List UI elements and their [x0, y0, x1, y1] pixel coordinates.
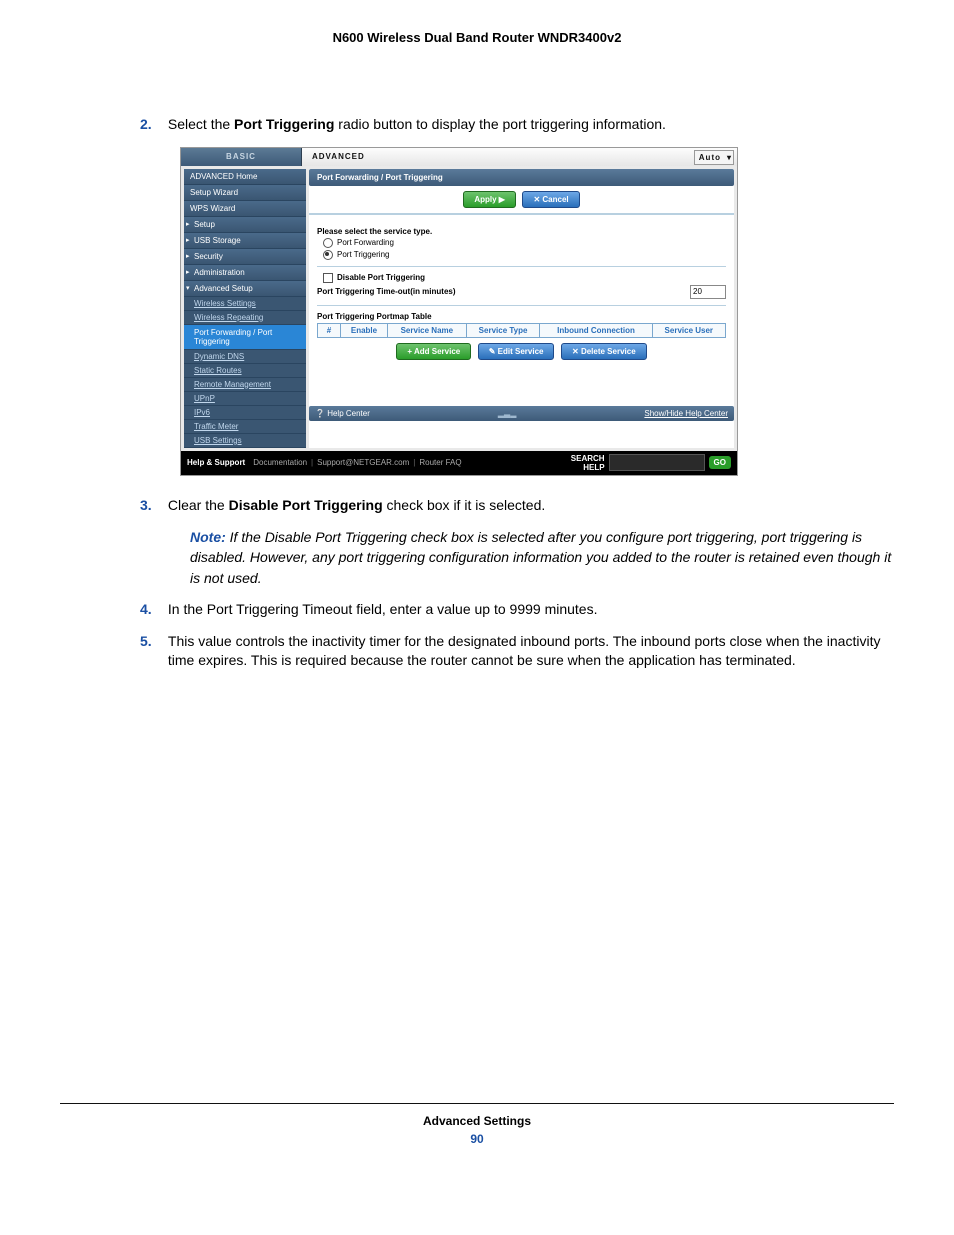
step-2-post: radio button to display the port trigger… — [334, 116, 666, 132]
sidebar-advanced-setup[interactable]: Advanced Setup — [184, 281, 306, 297]
sidebar-setup-wizard[interactable]: Setup Wizard — [184, 185, 306, 201]
sidebar-item-ipv6[interactable]: IPv6 — [184, 406, 306, 420]
edit-service-button[interactable]: Edit Service — [478, 343, 555, 360]
note-label: Note: — [190, 529, 226, 545]
footer-title: Advanced Settings — [0, 1114, 954, 1128]
radio-port-forwarding[interactable]: Port Forwarding — [323, 238, 726, 248]
sidebar-item-static-routes[interactable]: Static Routes — [184, 364, 306, 378]
sidebar-item-traffic-meter[interactable]: Traffic Meter — [184, 420, 306, 434]
radio-port-triggering[interactable]: Port Triggering — [323, 250, 726, 260]
content-title: Port Forwarding / Port Triggering — [309, 169, 734, 186]
step-3-post: check box if it is selected. — [383, 497, 546, 513]
router-faq-link[interactable]: Router FAQ — [419, 458, 461, 467]
step-3: 3. Clear the Disable Port Triggering che… — [140, 496, 894, 516]
step-2-bold: Port Triggering — [234, 116, 334, 132]
sidebar-item-wireless-settings[interactable]: Wireless Settings — [184, 297, 306, 311]
th-num: # — [318, 323, 341, 337]
tab-basic[interactable]: BASIC — [181, 148, 302, 166]
search-help-label: SEARCHHELP — [571, 454, 605, 472]
search-input[interactable] — [609, 454, 705, 471]
apply-button[interactable]: Apply ▶ — [463, 191, 516, 208]
sidebar-setup[interactable]: Setup — [184, 217, 306, 233]
step-4-num: 4. — [140, 600, 164, 620]
help-icon: ❔ — [315, 409, 327, 418]
help-support-label: Help & Support — [187, 458, 245, 467]
sidebar-item-dynamic-dns[interactable]: Dynamic DNS — [184, 350, 306, 364]
checkbox-disable-port-triggering[interactable]: Disable Port Triggering — [323, 273, 726, 283]
step-2-num: 2. — [140, 115, 164, 135]
go-button[interactable]: GO — [709, 456, 731, 469]
cancel-button[interactable]: Cancel — [522, 191, 579, 208]
tab-advanced[interactable]: ADVANCED Auto — [302, 148, 737, 166]
th-service-name: Service Name — [388, 323, 467, 337]
step-5-num: 5. — [140, 632, 164, 652]
timeout-input[interactable] — [690, 285, 726, 299]
radio-icon — [323, 238, 333, 248]
sidebar-security[interactable]: Security — [184, 249, 306, 265]
step-2: 2. Select the Port Triggering radio butt… — [140, 115, 894, 135]
documentation-link[interactable]: Documentation — [253, 458, 307, 467]
delete-service-button[interactable]: Delete Service — [561, 343, 647, 360]
th-service-user: Service User — [652, 323, 725, 337]
note-block: Note: If the Disable Port Triggering che… — [190, 527, 894, 588]
step-3-bold: Disable Port Triggering — [229, 497, 383, 513]
th-inbound-connection: Inbound Connection — [540, 323, 652, 337]
step-5-text: This value controls the inactivity timer… — [168, 632, 888, 671]
radio-port-forwarding-label: Port Forwarding — [337, 238, 394, 247]
sidebar-wps-wizard[interactable]: WPS Wizard — [184, 201, 306, 217]
sidebar-item-port-forwarding[interactable]: Port Forwarding / Port Triggering — [184, 325, 306, 350]
portmap-table-title: Port Triggering Portmap Table — [317, 312, 726, 321]
help-center-label: ❔ Help Center — [315, 409, 370, 418]
step-3-num: 3. — [140, 496, 164, 516]
timeout-label: Port Triggering Time-out(in minutes) — [317, 287, 690, 296]
auto-select[interactable]: Auto — [694, 150, 734, 165]
show-hide-help-center-link[interactable]: Show/Hide Help Center — [644, 409, 728, 418]
radio-icon — [323, 250, 333, 260]
sidebar-usb-storage[interactable]: USB Storage — [184, 233, 306, 249]
checkbox-icon — [323, 273, 333, 283]
th-service-type: Service Type — [466, 323, 540, 337]
tab-advanced-label: ADVANCED — [312, 152, 365, 161]
step-4-text: In the Port Triggering Timeout field, en… — [168, 600, 888, 620]
sidebar-item-usb-settings[interactable]: USB Settings — [184, 434, 306, 448]
step-2-pre: Select the — [168, 116, 234, 132]
sidebar-administration[interactable]: Administration — [184, 265, 306, 281]
sidebar-item-wireless-repeating[interactable]: Wireless Repeating — [184, 311, 306, 325]
support-email-link[interactable]: Support@NETGEAR.com — [317, 458, 409, 467]
radio-port-triggering-label: Port Triggering — [337, 250, 389, 259]
add-service-button[interactable]: Add Service — [396, 343, 471, 360]
sidebar-item-remote-management[interactable]: Remote Management — [184, 378, 306, 392]
drag-handle-icon[interactable]: ▂▃▂ — [370, 409, 645, 418]
note-text: If the Disable Port Triggering check box… — [190, 529, 891, 586]
doc-title: N600 Wireless Dual Band Router WNDR3400v… — [60, 30, 894, 45]
th-enable: Enable — [341, 323, 388, 337]
disable-port-triggering-label: Disable Port Triggering — [337, 273, 425, 282]
footer-page-number: 90 — [0, 1132, 954, 1146]
sidebar-advanced-home[interactable]: ADVANCED Home — [184, 169, 306, 185]
sidebar-item-upnp[interactable]: UPnP — [184, 392, 306, 406]
select-service-type-label: Please select the service type. — [317, 227, 726, 236]
step-5: 5. This value controls the inactivity ti… — [140, 632, 894, 671]
step-3-pre: Clear the — [168, 497, 229, 513]
step-4: 4. In the Port Triggering Timeout field,… — [140, 600, 894, 620]
portmap-table: # Enable Service Name Service Type Inbou… — [317, 323, 726, 338]
router-screenshot: BASIC ADVANCED Auto ADVANCED Home Setup … — [180, 147, 738, 476]
